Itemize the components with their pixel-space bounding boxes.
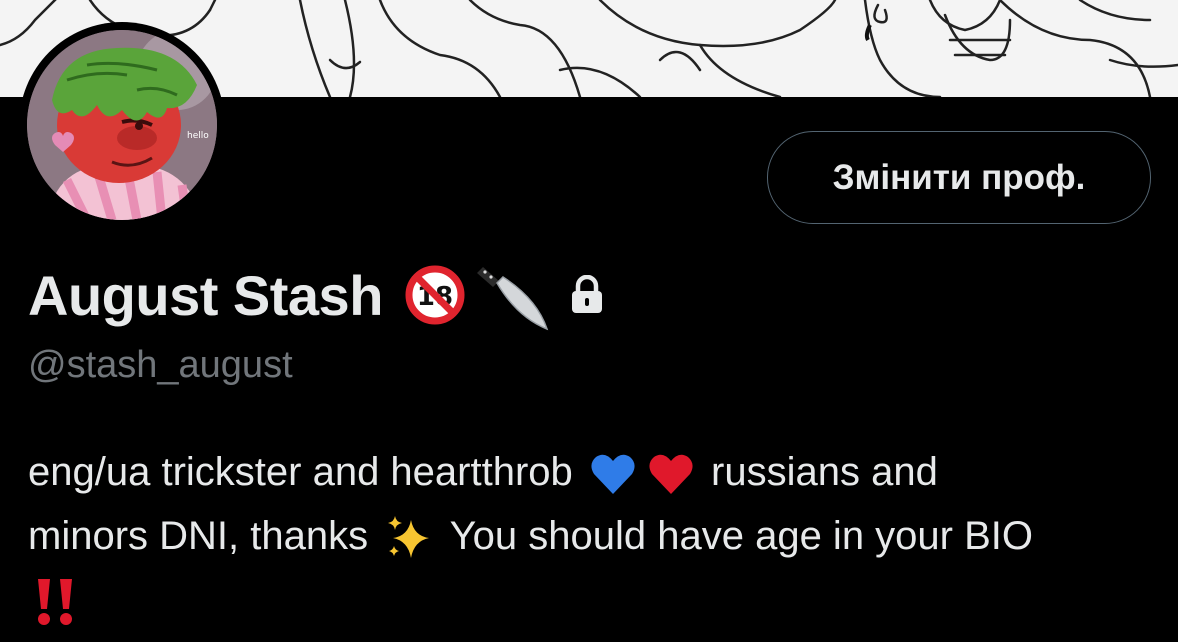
knife-icon [476,259,549,331]
bio-text: russians and [711,450,938,494]
avatar[interactable]: hello [27,30,217,220]
blue-heart-icon [590,452,636,496]
username-handle: @stash_august [28,344,293,386]
avatar-image: hello [27,30,217,220]
lock-icon [569,275,605,315]
no-under-18-icon: 18 [405,265,465,325]
red-heart-icon [648,452,694,496]
bio-text: minors DNI, thanks [28,514,369,558]
bio-text: eng/ua trickster and heartthrob [28,450,573,494]
double-exclamation-icon [32,577,78,627]
avatar-frame[interactable]: hello [19,22,225,228]
sparkles-icon [385,514,433,562]
svg-text:hello: hello [187,131,209,141]
display-name: August Stash [28,263,383,327]
profile-bio: eng/ua trickster and heartthrob russians… [28,440,1148,632]
profile-name-row: August Stash 18 [28,258,605,332]
edit-profile-button[interactable]: Змінити проф. [767,131,1151,224]
bio-text: You should have age in your BIO [449,514,1034,558]
